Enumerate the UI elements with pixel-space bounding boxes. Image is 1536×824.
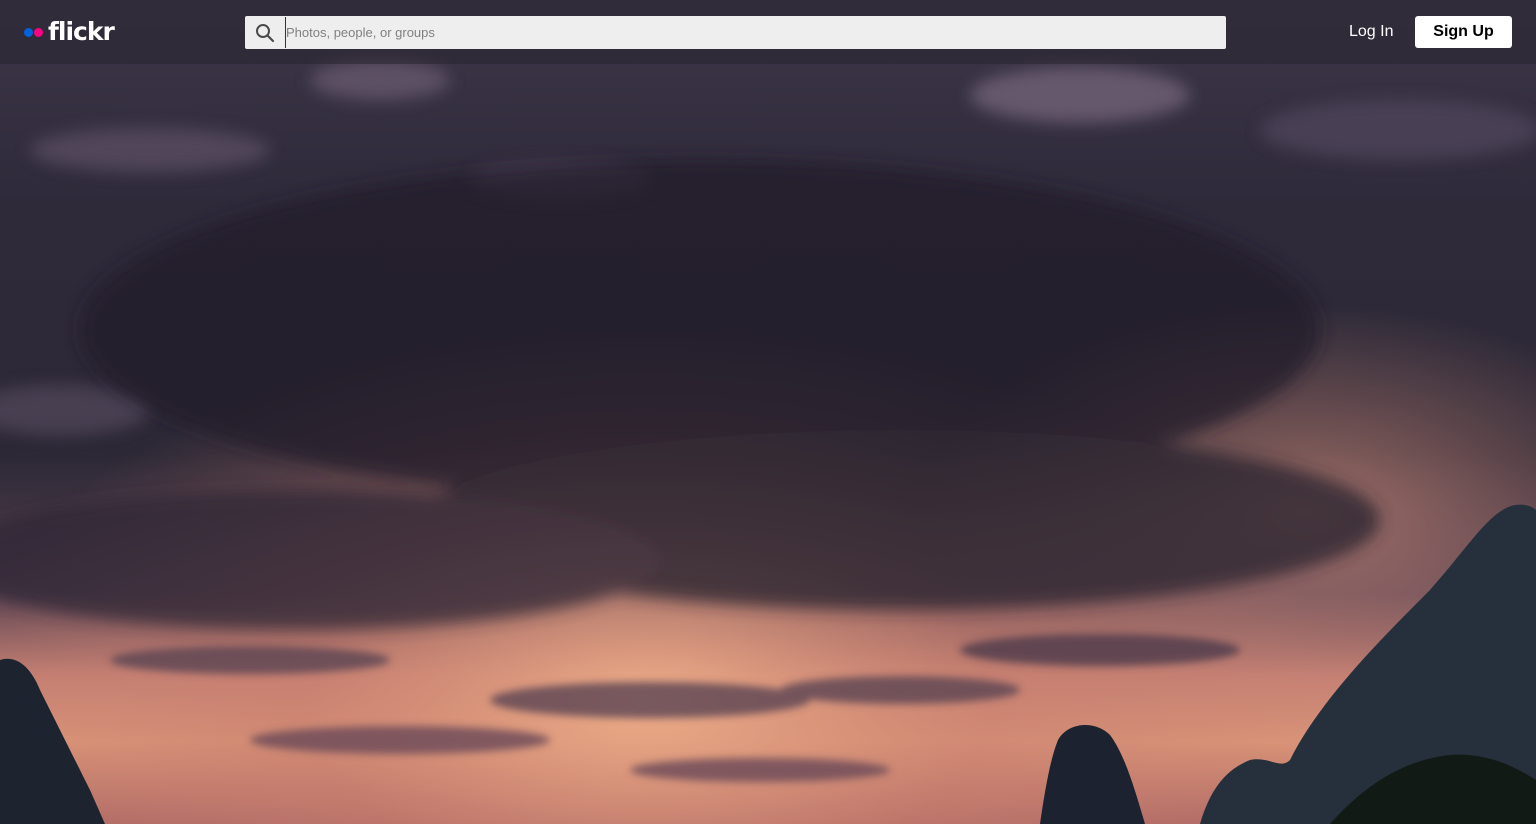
top-navigation-bar: flickr Log In Sign Up [0,0,1536,64]
sign-up-button[interactable]: Sign Up [1415,16,1512,48]
search-input[interactable] [285,17,1226,48]
hero-background-photo [0,0,1536,824]
flickr-dots-icon [24,27,43,37]
log-in-link[interactable]: Log In [1349,20,1393,44]
pink-dot [34,27,43,37]
flickr-logo[interactable]: flickr [24,17,115,47]
search-bar[interactable] [245,16,1226,49]
blue-dot [24,27,33,37]
logo-wordmark: flickr [48,17,115,46]
search-icon[interactable] [245,16,285,49]
flickr-home-page: flickr Log In Sign Up [0,0,1536,824]
